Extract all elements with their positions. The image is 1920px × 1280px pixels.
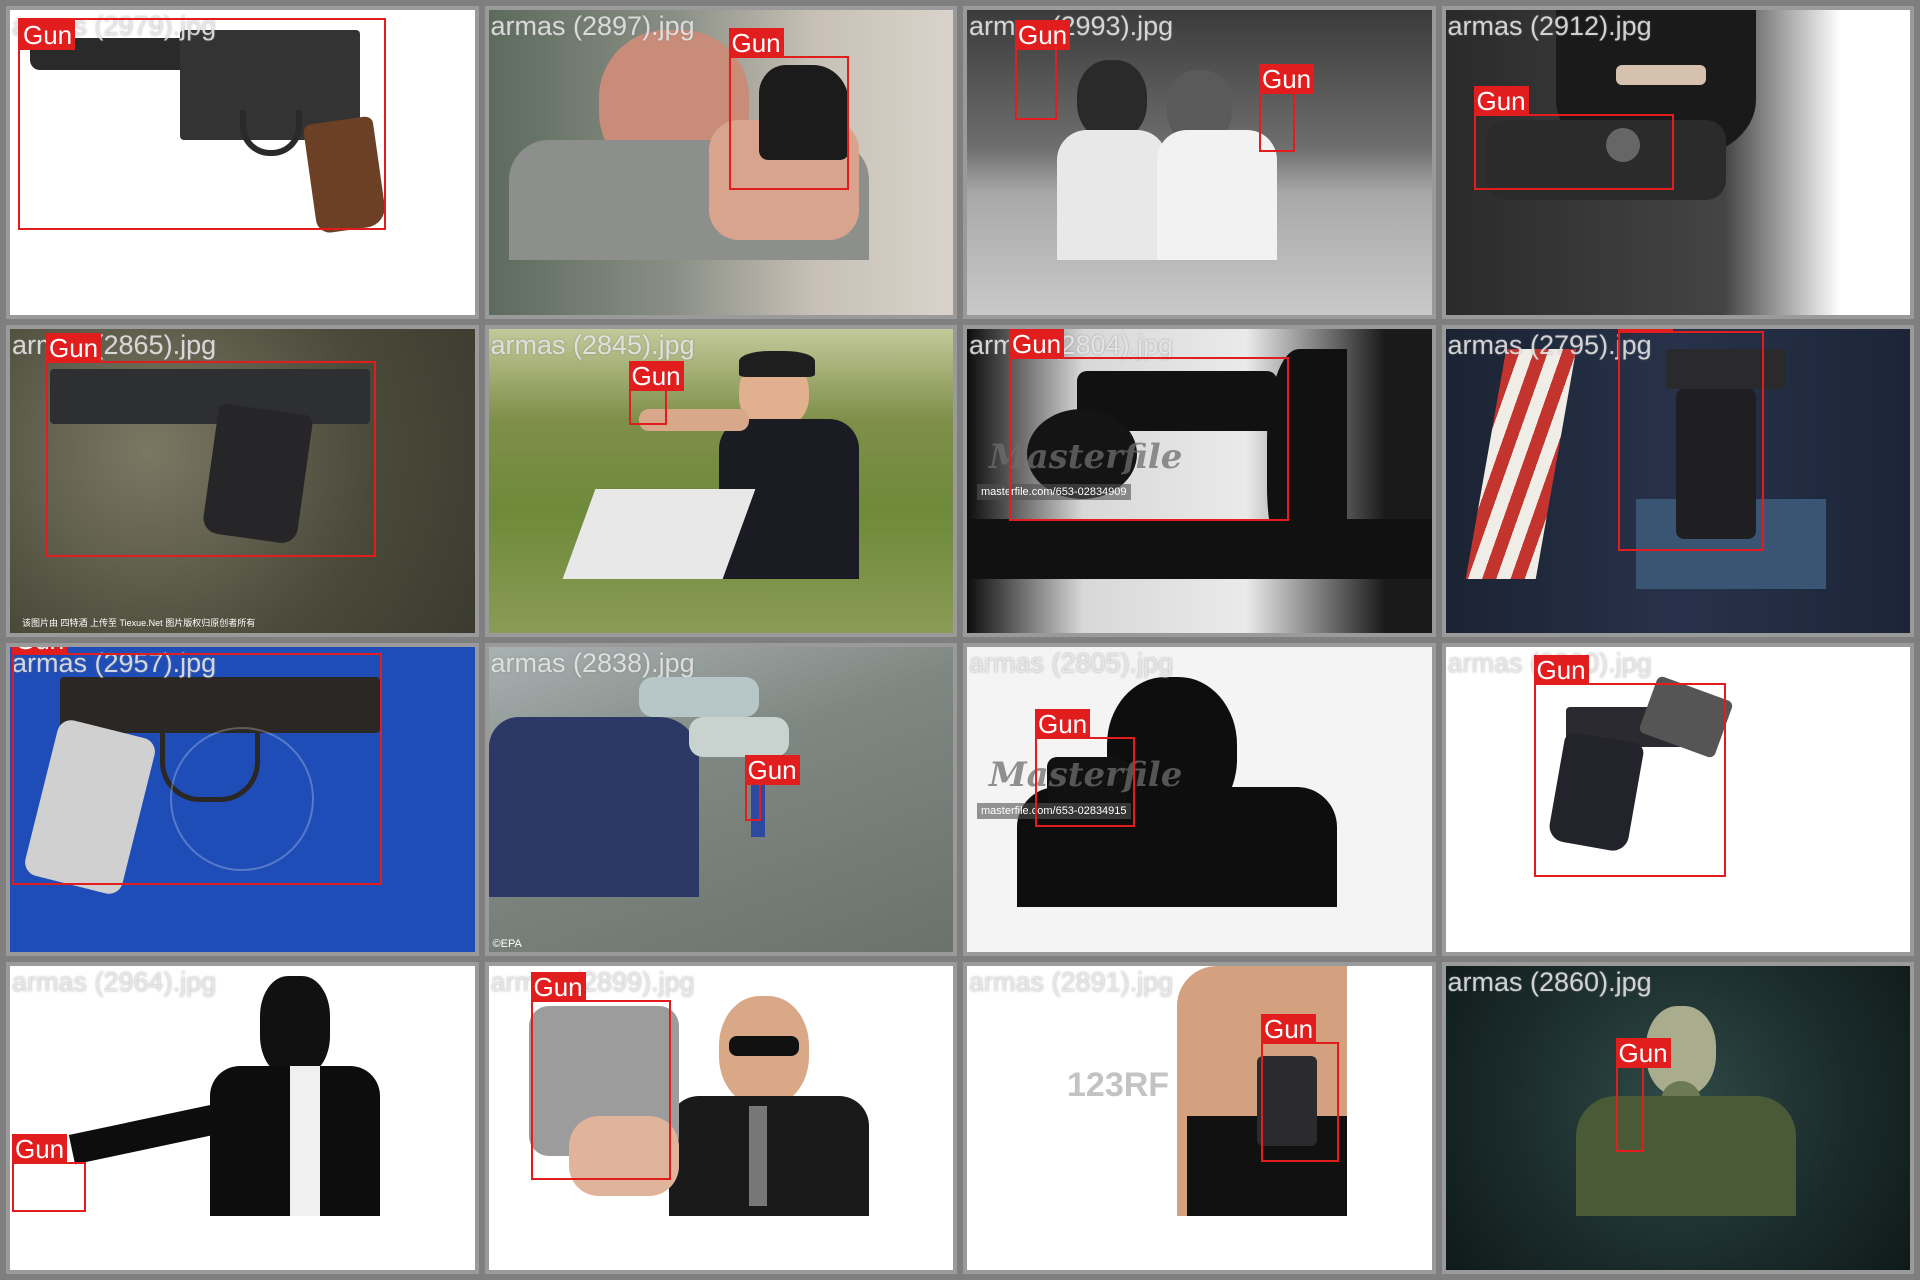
image-tile[interactable]: armas (2993).jpg Gun Gun — [963, 6, 1436, 319]
detection-label: Gun — [1615, 1037, 1671, 1068]
image-tile[interactable]: armas (2891).jpg 123RF Gun — [963, 961, 1436, 1274]
image-tile[interactable]: armas (2897).jpg Gun — [484, 6, 957, 319]
detection-label: Gun — [1261, 1013, 1317, 1044]
image-filename: armas (2838).jpg — [490, 648, 695, 678]
image-filename: armas (2897).jpg — [490, 11, 695, 41]
detection-box: Gun — [728, 28, 849, 190]
detection-label: Gun — [628, 360, 684, 391]
man-aiming-photo — [488, 10, 953, 315]
detection-label: Gun — [1617, 328, 1673, 333]
image-filename: armas (2845).jpg — [490, 329, 695, 360]
detection-box: Gun — [1015, 20, 1071, 120]
image-filename: armas (2860).jpg — [1447, 966, 1652, 997]
detection-label: Gun — [744, 755, 800, 785]
detection-results-grid: armas (2979).jpg Gun armas (2897).jpg Gu… — [0, 0, 1920, 1280]
detection-label: Gun — [728, 28, 784, 58]
detection-box: Gun — [1035, 709, 1135, 827]
detection-label: Gun — [1035, 709, 1091, 739]
shooting-range-photo — [488, 328, 953, 633]
leg-holster-photo — [967, 965, 1432, 1270]
detection-label: Gun — [1015, 20, 1071, 50]
gas-mask-photo — [1445, 965, 1910, 1270]
image-filename: armas (2899).jpg — [490, 966, 695, 997]
detection-label: Gun — [1473, 86, 1529, 116]
image-caption: 该图片由 四特酒 上传至 Tiexue.Net 图片版权归原创者所有 — [22, 618, 256, 628]
image-filename: armas (2964).jpg — [12, 966, 217, 997]
detection-box: Gun — [18, 18, 386, 230]
image-tile[interactable]: armas (2865).jpg 该图片由 四特酒 上传至 Tiexue.Net… — [6, 324, 479, 637]
detection-label: Gun — [46, 332, 102, 363]
image-tile[interactable]: armas (2805).jpg Masterfile masterfile.c… — [963, 643, 1436, 956]
detection-label: Gun — [1009, 328, 1065, 359]
image-filename: armas (2912).jpg — [1447, 11, 1652, 41]
detection-label: Gun — [1533, 655, 1589, 685]
watermark-text: 123RF — [1067, 1065, 1170, 1104]
image-filename: armas (2865).jpg — [12, 329, 217, 360]
image-tile[interactable]: armas (2804).jpg Masterfile masterfile.c… — [963, 324, 1436, 637]
image-tile[interactable]: armas (2979).jpg Gun — [6, 6, 479, 319]
image-caption: ©EPA — [492, 937, 522, 950]
image-tile[interactable]: armas (2899).jpg Gun — [484, 961, 957, 1274]
detection-label: Gun — [12, 646, 68, 655]
detection-box: Gun — [46, 332, 376, 557]
image-tile[interactable]: armas (2860).jpg Gun — [1441, 961, 1914, 1274]
detection-box: Gun — [12, 1133, 86, 1212]
image-filename: armas (2993).jpg — [969, 11, 1174, 41]
image-tile[interactable]: armas (2957).jpg Gun — [6, 643, 479, 956]
detection-box: Gun — [628, 360, 684, 425]
detection-label: Gun — [20, 20, 76, 50]
detection-box: Gun — [1473, 86, 1674, 190]
detection-box: Gun — [530, 971, 671, 1180]
detection-box: Gun — [12, 646, 382, 885]
image-filename: armas (2805).jpg — [969, 648, 1174, 678]
image-tile[interactable]: armas (2860).jpg Gun — [1441, 643, 1914, 956]
image-tile[interactable]: armas (2845).jpg Gun — [484, 324, 957, 637]
detection-label: Gun — [1259, 64, 1315, 94]
comic-illustration — [10, 965, 475, 1270]
detection-box: Gun — [1533, 655, 1726, 877]
detection-box: Gun — [1261, 1013, 1339, 1162]
image-tile[interactable]: armas (2964).jpg Gun — [6, 961, 479, 1274]
detection-box: Gun — [1259, 64, 1315, 152]
image-filename: armas (2891).jpg — [969, 966, 1174, 997]
detection-box: Gun — [744, 755, 800, 821]
detection-box: Gun — [1615, 1037, 1671, 1152]
image-tile[interactable]: armas (2838).jpg ©EPA Gun — [484, 643, 957, 956]
detection-label: Gun — [530, 971, 586, 1002]
image-tile[interactable]: armas (2795).jpg Gun — [1441, 324, 1914, 637]
image-tile[interactable]: armas (2912).jpg Gun — [1441, 6, 1914, 319]
parking-lot-photo — [488, 647, 953, 952]
detection-box: Gun — [1009, 328, 1289, 521]
detection-box: Gun — [1617, 328, 1764, 551]
detection-label: Gun — [12, 1133, 68, 1164]
